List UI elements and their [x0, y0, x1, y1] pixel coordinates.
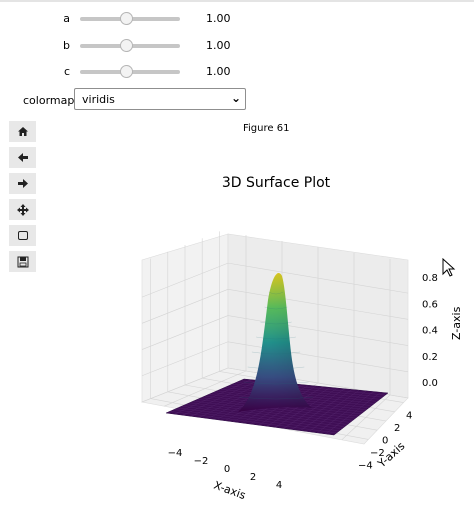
forward-arrow-icon: [17, 179, 28, 188]
colormap-selected-value: viridis: [82, 93, 115, 106]
z-tick-label: 0.6: [422, 299, 438, 310]
zoom-rectangle-icon: [17, 231, 28, 240]
x-tick-label: −2: [194, 456, 209, 467]
y-tick-label: 2: [394, 423, 400, 434]
slider-label-a: a: [63, 12, 70, 25]
x-tick-label: 4: [276, 480, 282, 491]
x-tick-label: 0: [224, 464, 230, 475]
pan-move-icon: [16, 203, 29, 216]
x-tick-label: 2: [250, 472, 256, 483]
back-button[interactable]: [9, 147, 36, 168]
back-arrow-icon: [17, 153, 28, 162]
slider-row-c: c 1.00: [0, 61, 474, 83]
z-tick-label: 0.2: [422, 352, 438, 363]
chart-title: 3D Surface Plot: [222, 175, 331, 191]
x-axis-label: X-axis: [212, 479, 248, 503]
home-button[interactable]: [9, 121, 36, 142]
slider-value-c: 1.00: [206, 65, 231, 78]
z-tick-label: 0.4: [422, 326, 438, 337]
slider-label-b: b: [63, 39, 70, 52]
figure-toolbar: [9, 121, 36, 277]
slider-c-handle[interactable]: [120, 65, 133, 78]
y-tick-label: 4: [406, 410, 412, 421]
z-tick-label: 0.8: [422, 273, 438, 284]
z-tick-label: 0.0: [422, 378, 438, 389]
slider-row-a: a 1.00: [0, 8, 474, 30]
colormap-select[interactable]: viridis ⌄: [74, 88, 246, 110]
top-divider: [0, 0, 474, 2]
slider-label-c: c: [63, 65, 70, 78]
zoom-button[interactable]: [9, 225, 36, 246]
z-axis-label: Z-axis: [450, 306, 463, 340]
colormap-label: colormap: [23, 94, 75, 107]
y-tick-label: −4: [358, 461, 373, 472]
y-tick-label: 0: [382, 436, 388, 447]
slider-row-b: b 1.00: [0, 35, 474, 57]
surface-plot[interactable]: 3D Surface Plot −4−2024 −4−2024 0.00.20.…: [110, 150, 470, 505]
slider-a-handle[interactable]: [120, 12, 133, 25]
slider-b-handle[interactable]: [120, 39, 133, 52]
chevron-down-icon: ⌄: [230, 91, 241, 105]
home-icon: [17, 127, 28, 136]
pan-button[interactable]: [9, 199, 36, 220]
figure-label: Figure 61: [243, 123, 290, 134]
mouse-cursor-icon: [442, 258, 456, 277]
x-tick-label: −4: [168, 448, 183, 459]
save-icon: [17, 256, 28, 267]
slider-value-a: 1.00: [206, 12, 231, 25]
slider-value-b: 1.00: [206, 39, 231, 52]
forward-button[interactable]: [9, 173, 36, 194]
z-ticks: 0.0 0.2 0.4 0.6 0.8: [422, 273, 438, 389]
save-button[interactable]: [9, 251, 36, 272]
